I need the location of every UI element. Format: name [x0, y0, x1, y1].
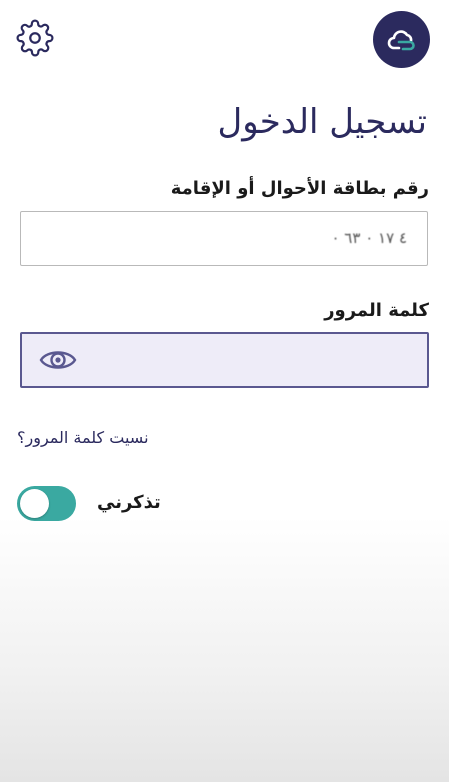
id-number-input[interactable]: ٤ ١٧ ٠ ٦٣ ٠: [20, 211, 428, 266]
top-bar: [0, 0, 449, 80]
settings-button[interactable]: [16, 19, 54, 57]
gear-icon: [16, 19, 54, 57]
id-number-label: رقم بطاقة الأحوال أو الإقامة: [170, 178, 429, 199]
password-input[interactable]: [20, 332, 429, 388]
show-password-button[interactable]: [38, 346, 78, 374]
password-label: كلمة المرور: [324, 300, 429, 321]
eye-icon: [39, 351, 77, 369]
page-title: تسجيل الدخول: [217, 102, 428, 142]
id-number-value: ٤ ١٧ ٠ ٦٣ ٠: [331, 229, 407, 247]
remember-me-label: تذكرني: [97, 492, 161, 513]
toggle-knob: [20, 489, 49, 518]
remember-me-toggle[interactable]: [17, 486, 76, 521]
app-logo: [373, 11, 430, 68]
forgot-password-link[interactable]: نسيت كلمة المرور؟: [17, 428, 149, 447]
app-logo-icon: [387, 29, 415, 50]
